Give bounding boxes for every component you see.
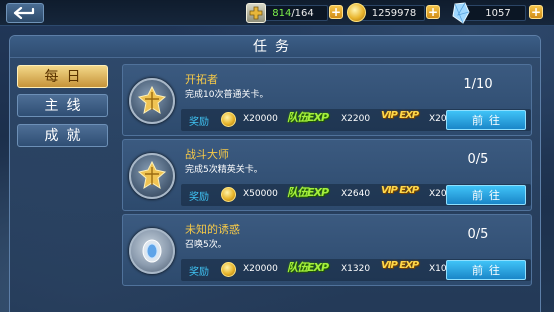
quest-title: 开拓者 xyxy=(185,73,218,86)
quest-progress: 0/5 xyxy=(467,227,489,242)
reward-team-exp-amount: X1320 xyxy=(341,264,371,274)
reward-vip-exp-amount: X20 xyxy=(429,189,447,199)
quest-list[interactable]: 开拓者 完成10次普通关卡。 1/10 奖励 X20000 队伍EXP X220… xyxy=(122,62,532,312)
reward-vip-exp-amount: X20 xyxy=(429,114,447,124)
crystal-bar: 1057 xyxy=(462,5,526,21)
quest-card: 开拓者 完成10次普通关卡。 1/10 奖励 X20000 队伍EXP X220… xyxy=(122,64,532,136)
panel-title: 任务 xyxy=(10,36,540,58)
gold-shield-medal-icon xyxy=(129,153,175,199)
reward-team-exp-amount: X2640 xyxy=(341,189,371,199)
gold-bar: 1259978 xyxy=(357,5,425,21)
quest-description: 召唤5次。 xyxy=(185,240,227,250)
quest-progress: 1/10 xyxy=(463,77,493,92)
quest-description: 完成10次普通关卡。 xyxy=(185,90,269,100)
tab-achievements[interactable]: 成就 xyxy=(17,124,108,147)
quest-card: 未知的诱惑 召唤5次。 0/5 奖励 X20000 队伍EXP X1320 VI… xyxy=(122,214,532,286)
gold-shield-medal-icon xyxy=(129,78,175,124)
blue-gem-medal-icon xyxy=(129,228,175,274)
crystal-value: 1057 xyxy=(485,8,511,19)
crystal-add-button[interactable]: + xyxy=(529,5,543,19)
team-exp-icon: 队伍EXP xyxy=(287,111,329,124)
stamina-add-button[interactable]: + xyxy=(329,5,343,19)
reward-gold-amount: X20000 xyxy=(243,264,278,274)
team-exp-icon: 队伍EXP xyxy=(287,261,329,274)
team-exp-icon: 队伍EXP xyxy=(287,186,329,199)
gold-coin-icon xyxy=(221,112,236,127)
quest-card: 战斗大师 完成5次精英关卡。 0/5 奖励 X50000 队伍EXP X2640… xyxy=(122,139,532,211)
vip-exp-icon: VIP EXP xyxy=(381,185,419,196)
quest-title: 未知的诱惑 xyxy=(185,223,240,236)
gold-coin-icon xyxy=(221,262,236,277)
reward-label: 奖励 xyxy=(189,267,209,278)
vip-exp-icon: VIP EXP xyxy=(381,260,419,271)
tab-main[interactable]: 主线 xyxy=(17,94,108,117)
stamina-cross-icon xyxy=(246,3,266,23)
go-button[interactable]: 前往 xyxy=(446,260,526,280)
back-arrow-icon xyxy=(13,7,35,19)
top-resource-bar: 814/164 + 1259978 + 1057 + xyxy=(0,0,554,26)
reward-label: 奖励 xyxy=(189,117,209,128)
vip-exp-icon: VIP EXP xyxy=(381,110,419,121)
quest-title: 战斗大师 xyxy=(185,148,229,161)
stamina-bar: 814/164 xyxy=(256,5,328,21)
reward-label: 奖励 xyxy=(189,192,209,203)
gold-coin-icon xyxy=(347,3,366,22)
back-button[interactable] xyxy=(6,3,44,23)
reward-gold-amount: X20000 xyxy=(243,114,278,124)
go-button[interactable]: 前往 xyxy=(446,185,526,205)
gold-coin-icon xyxy=(221,187,236,202)
crystal-icon xyxy=(451,2,471,24)
gold-add-button[interactable]: + xyxy=(426,5,440,19)
reward-team-exp-amount: X2200 xyxy=(341,114,371,124)
quest-progress: 0/5 xyxy=(467,152,489,167)
stamina-max: /164 xyxy=(291,8,314,19)
gold-value: 1259978 xyxy=(371,8,417,19)
tab-daily[interactable]: 每日 xyxy=(17,65,108,88)
reward-gold-amount: X50000 xyxy=(243,189,278,199)
quest-description: 完成5次精英关卡。 xyxy=(185,165,263,175)
game-screen: 814/164 + 1259978 + 1057 + 任务 每日 主线 成就 开… xyxy=(0,0,554,312)
reward-vip-exp-amount: X10 xyxy=(429,264,447,274)
stamina-current: 814 xyxy=(272,8,292,19)
go-button[interactable]: 前往 xyxy=(446,110,526,130)
